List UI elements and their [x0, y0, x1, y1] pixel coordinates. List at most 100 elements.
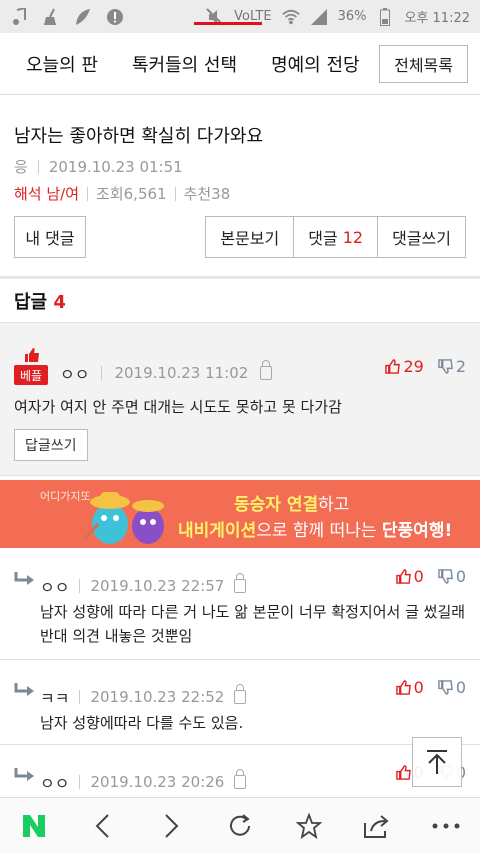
upvote-button[interactable]: 0	[395, 678, 424, 697]
comments-label: 댓글	[308, 229, 338, 248]
comments-button[interactable]: 댓글 12	[294, 217, 379, 257]
music-note-icon	[10, 7, 28, 26]
chevron-right-icon	[165, 813, 179, 838]
reply-arrow-icon	[14, 683, 36, 703]
post-category[interactable]: 해석 남/여	[14, 183, 79, 204]
reply-header: ㅇㅇ 2019.10.23 22:57	[40, 573, 247, 598]
post-date: 2019.10.23 01:51	[48, 157, 183, 176]
reply-item: ㅇㅇ 2019.10.23 20:26 0 0	[0, 746, 480, 797]
reply-item: ㅋㅋ 2019.10.23 22:52 0 0 남자 성향에따라 다를 수도 있…	[0, 661, 480, 745]
comment-date: 2019.10.23 11:02	[114, 364, 249, 382]
lock-icon	[234, 769, 247, 789]
meta-divider	[79, 579, 81, 593]
alert-icon	[106, 8, 124, 26]
meta-divider	[79, 775, 81, 789]
meta-divider	[79, 690, 81, 704]
post-stats: 해석 남/여 조회6,561 추천38	[14, 183, 466, 204]
comment-author[interactable]: ㅇㅇ	[40, 770, 69, 794]
post-recommends: 추천38	[183, 185, 231, 203]
view-post-button[interactable]: 본문보기	[206, 217, 295, 257]
post-header: 남자는 좋아하면 확실히 다가와요 응 2019.10.23 01:51 해석 …	[0, 96, 480, 204]
comment-text: 남자 성향에따라 다를 수도 있음.	[40, 714, 244, 732]
back-button[interactable]	[81, 804, 125, 848]
post-meta: 응 2019.10.23 01:51	[14, 156, 466, 177]
tab-today[interactable]: 오늘의 판	[26, 51, 98, 77]
my-comments-button[interactable]: 내 댓글	[14, 216, 86, 258]
banner-text-2: 으로 함께 떠나는	[256, 521, 382, 541]
comment-author[interactable]: ㅇㅇ	[60, 361, 89, 385]
forward-button[interactable]	[149, 804, 193, 848]
more-icon	[432, 823, 460, 828]
comment-date: 2019.10.23 22:57	[90, 577, 225, 595]
status-bar: VoLTE 36% 오후 11:22	[0, 0, 480, 33]
reply-arrow-icon	[14, 572, 36, 592]
meta-divider	[87, 186, 89, 201]
meta-divider	[37, 159, 39, 174]
reply-arrow-icon	[14, 768, 36, 788]
comment-author[interactable]: ㅋㅋ	[40, 685, 69, 709]
comment-author[interactable]: ㅇㅇ	[40, 574, 69, 598]
upvote-count: 0	[413, 567, 424, 586]
thumbs-down-icon	[438, 680, 453, 695]
refresh-icon	[230, 813, 250, 836]
upvote-count: 0	[413, 678, 424, 697]
downvote-button[interactable]: 0	[438, 567, 466, 586]
thumbs-down-icon	[438, 569, 453, 584]
upvote-count: 29	[403, 357, 424, 376]
reply-header: ㅋㅋ 2019.10.23 22:52	[40, 684, 247, 709]
reply-item: ㅇㅇ 2019.10.23 22:57 0 0 남자 성향에 따라 다른 거 나…	[0, 550, 480, 660]
post-title: 남자는 좋아하면 확실히 다가와요	[14, 126, 264, 147]
downvote-button[interactable]: 2	[438, 357, 466, 376]
comment-date: 2019.10.23 22:52	[90, 688, 225, 706]
share-icon	[364, 814, 389, 838]
thumbs-up-icon	[395, 569, 411, 584]
reply-votes: 0 0	[395, 567, 466, 586]
comment-date: 2019.10.23 20:26	[90, 773, 225, 791]
ad-banner[interactable]: 어디가지또 동승자 연결하고 내비게이션으로 함께 떠나는 단풍여행!	[0, 480, 480, 548]
refresh-button[interactable]	[218, 804, 262, 848]
downvote-button[interactable]: 0	[438, 678, 466, 697]
banner-text-1: 하고	[318, 495, 350, 515]
thumbs-up-icon	[395, 680, 411, 695]
downvote-count: 0	[455, 678, 466, 697]
comment-button-group: 본문보기 댓글 12 댓글쓰기	[205, 216, 466, 258]
best-comment-header: ㅇㅇ 2019.10.23 11:02	[60, 360, 273, 385]
replies-heading: 답글 4	[14, 288, 66, 314]
banner-line-2: 내비게이션으로 함께 떠나는 단풍여행!	[178, 516, 452, 541]
comment-text: 남자 성향에 따라 다른 거 나도 앎 본문이 너무 확정지어서 글 썼길래 반…	[40, 603, 466, 645]
lock-icon	[260, 360, 273, 380]
share-button[interactable]	[355, 804, 399, 848]
best-label: 베플	[14, 365, 48, 385]
downvote-count: 2	[455, 357, 466, 376]
post-author[interactable]: 응	[14, 156, 28, 177]
banner-line-1: 동승자 연결하고	[234, 490, 349, 515]
upvote-button[interactable]: 29	[385, 357, 424, 376]
write-comment-button[interactable]: 댓글쓰기	[378, 217, 465, 257]
thumbs-up-icon	[395, 765, 411, 780]
all-list-button[interactable]: 전체목록	[379, 45, 468, 83]
reply-votes: 0 0	[395, 678, 466, 697]
banner-highlight-1: 동승자 연결	[234, 495, 319, 515]
thumbs-down-icon	[438, 359, 453, 374]
bookmark-button[interactable]	[287, 804, 331, 848]
tab-talkers-choice[interactable]: 톡커들의 선택	[132, 21, 263, 77]
upvote-button[interactable]: 0	[395, 567, 424, 586]
best-comment-votes: 29 2	[385, 357, 466, 376]
naver-logo-icon	[23, 814, 46, 837]
banner-highlight-3: 단풍여행!	[381, 521, 453, 541]
comment-button-row: 내 댓글 본문보기 댓글 12 댓글쓰기	[14, 216, 466, 258]
post-views: 조회6,561	[96, 185, 167, 203]
best-badge: 베플	[14, 347, 48, 385]
thumbs-up-icon	[385, 359, 401, 374]
lock-icon	[234, 684, 247, 704]
scroll-to-top-button[interactable]	[412, 737, 462, 787]
battery-icon	[376, 7, 394, 26]
tab-hall-of-fame[interactable]: 명예의 전당	[271, 51, 360, 77]
naver-home-button[interactable]	[12, 804, 56, 848]
banner-highlight-2: 내비게이션	[178, 521, 257, 541]
arrow-up-icon	[427, 750, 447, 774]
star-icon	[295, 812, 322, 839]
replies-label: 답글	[14, 292, 48, 313]
more-button[interactable]	[424, 804, 468, 848]
write-reply-button[interactable]: 답글쓰기	[14, 429, 88, 461]
